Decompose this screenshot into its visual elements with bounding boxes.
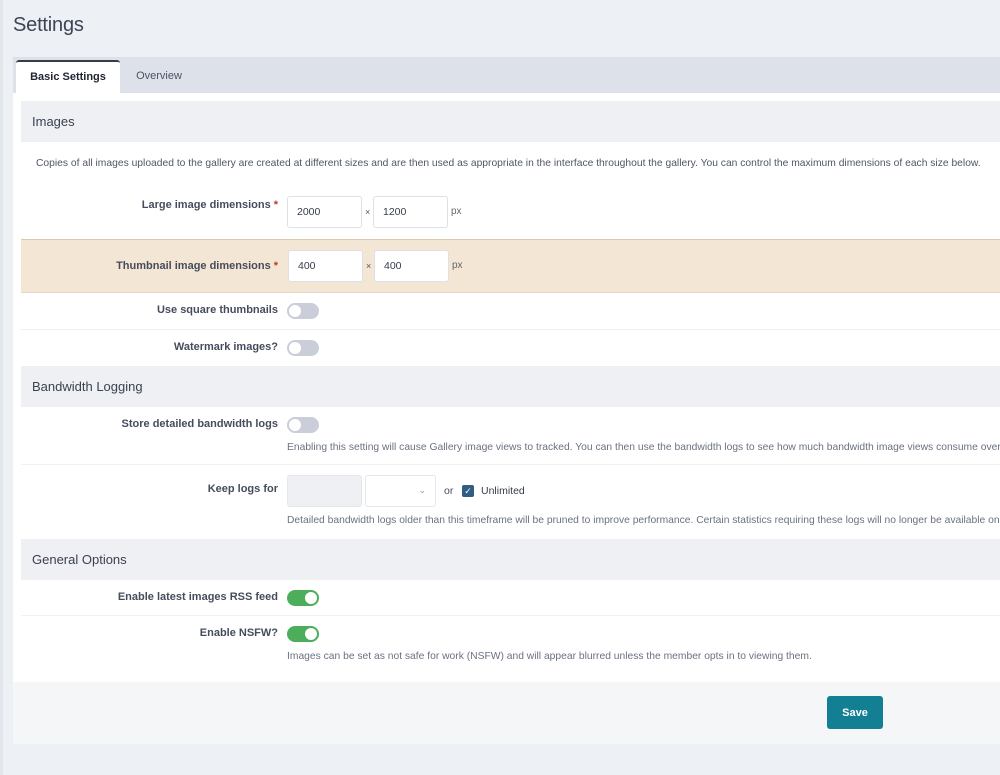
- keep-logs-row: Keep logs for ⌄ or ✓ Unlimited Detailed …: [21, 465, 1000, 539]
- toggle-knob: [305, 592, 317, 604]
- toggle-knob: [305, 628, 317, 640]
- toggle-knob: [289, 419, 301, 431]
- keep-logs-value-input[interactable]: [287, 475, 362, 507]
- nsfw-toggle[interactable]: [287, 626, 319, 642]
- unlimited-label[interactable]: Unlimited: [481, 485, 525, 497]
- tab-basic-settings[interactable]: Basic Settings: [16, 60, 120, 93]
- checkmark-icon: ✓: [464, 486, 472, 496]
- form-footer: Save: [13, 682, 1000, 744]
- watermark-row: Watermark images?: [21, 330, 1000, 366]
- thumbnail-dimensions-row: Thumbnail image dimensions* × px: [21, 239, 1000, 293]
- save-button[interactable]: Save: [827, 696, 883, 729]
- tab-bar: Basic Settings Overview: [13, 57, 1000, 93]
- required-marker: *: [273, 260, 278, 272]
- store-bandwidth-description: Enabling this setting will cause Gallery…: [287, 442, 1000, 453]
- times-symbol: ×: [365, 207, 371, 217]
- section-header-general: General Options: [21, 539, 1000, 580]
- settings-panel: Images Copies of all images uploaded to …: [13, 93, 1000, 682]
- chevron-down-icon: ⌄: [418, 485, 426, 495]
- left-border: [0, 0, 3, 775]
- rss-feed-label: Enable latest images RSS feed: [117, 591, 278, 603]
- toggle-knob: [289, 342, 301, 354]
- rss-feed-row: Enable latest images RSS feed: [21, 580, 1000, 616]
- store-bandwidth-toggle[interactable]: [287, 417, 319, 433]
- section-header-bandwidth: Bandwidth Logging: [21, 366, 1000, 407]
- unit-px: px: [451, 206, 462, 217]
- keep-logs-label: Keep logs for: [207, 483, 278, 495]
- nsfw-row: Enable NSFW? Images can be set as not sa…: [21, 616, 1000, 676]
- page-title: Settings: [13, 14, 84, 36]
- keep-logs-description: Detailed bandwidth logs older than this …: [287, 515, 1000, 526]
- store-bandwidth-row: Store detailed bandwidth logs Enabling t…: [21, 407, 1000, 465]
- unlimited-checkbox[interactable]: ✓: [462, 485, 474, 497]
- large-dimensions-label: Large image dimensions *: [141, 199, 278, 211]
- square-thumbnails-label: Use square thumbnails: [156, 304, 278, 316]
- thumbnail-width-input[interactable]: [288, 250, 363, 282]
- thumbnail-height-input[interactable]: [374, 250, 449, 282]
- nsfw-label: Enable NSFW?: [199, 627, 278, 639]
- or-text: or: [444, 485, 454, 497]
- required-marker: *: [273, 199, 278, 211]
- times-symbol: ×: [366, 261, 372, 271]
- rss-feed-toggle[interactable]: [287, 590, 319, 606]
- square-thumbnails-row: Use square thumbnails: [21, 293, 1000, 330]
- square-thumbnails-toggle[interactable]: [287, 303, 319, 319]
- keep-logs-unit-select[interactable]: ⌄: [365, 475, 436, 507]
- images-intro-text: Copies of all images uploaded to the gal…: [36, 158, 981, 169]
- tab-overview[interactable]: Overview: [126, 60, 192, 93]
- large-width-input[interactable]: [287, 196, 362, 228]
- large-dimensions-row: Large image dimensions* × px: [21, 186, 1000, 239]
- store-bandwidth-label: Store detailed bandwidth logs: [121, 418, 278, 430]
- thumbnail-dimensions-label: Thumbnail image dimensions *: [116, 260, 278, 272]
- watermark-toggle[interactable]: [287, 340, 319, 356]
- large-height-input[interactable]: [373, 196, 448, 228]
- section-header-images: Images: [21, 101, 1000, 142]
- nsfw-description: Images can be set as not safe for work (…: [287, 651, 812, 662]
- toggle-knob: [289, 305, 301, 317]
- unit-px: px: [452, 260, 463, 271]
- watermark-label: Watermark images?: [173, 341, 278, 353]
